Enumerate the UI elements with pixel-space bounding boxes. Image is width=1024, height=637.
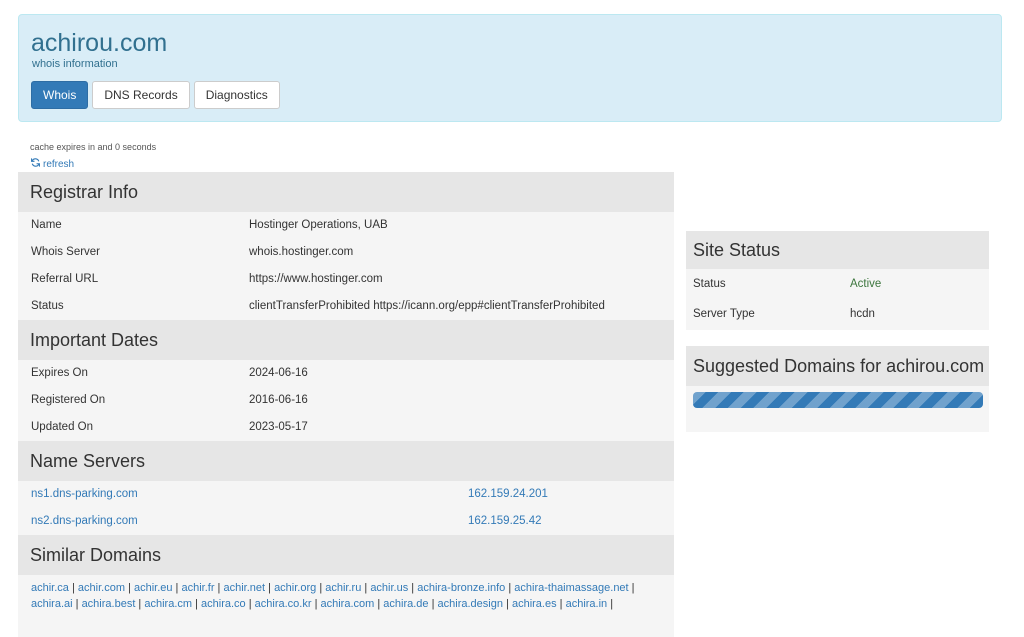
- similar-domain-link[interactable]: achir.ca: [31, 582, 69, 594]
- table-row: Server Type hcdn: [686, 299, 989, 329]
- separator: |: [505, 582, 515, 594]
- table-row: ns1.dns-parking.com 162.159.24.201: [18, 481, 674, 508]
- suggested-domains-panel: Suggested Domains for achirou.com: [686, 346, 989, 432]
- separator: |: [245, 598, 255, 610]
- row-label: Expires On: [31, 367, 88, 379]
- similar-domain-link[interactable]: achira.design: [438, 598, 503, 610]
- similar-domain-link[interactable]: achira.de: [383, 598, 428, 610]
- separator: |: [72, 598, 82, 610]
- row-value: whois.hostinger.com: [249, 246, 354, 258]
- table-row: ns2.dns-parking.com 162.159.25.42: [18, 508, 674, 535]
- row-value: 2016-06-16: [249, 394, 308, 406]
- row-value: https://www.hostinger.com: [249, 273, 383, 285]
- similar-domains-heading: Similar Domains: [18, 535, 674, 575]
- separator: |: [192, 598, 202, 610]
- row-label: Updated On: [31, 421, 94, 433]
- separator: |: [124, 582, 134, 594]
- registrar-info-heading: Registrar Info: [18, 172, 674, 212]
- page-title: achirou.com: [31, 29, 168, 57]
- cache-expiry-text: cache expires in and 0 seconds: [30, 142, 157, 152]
- separator: |: [502, 598, 512, 610]
- separator: |: [556, 598, 566, 610]
- similar-domain-link[interactable]: achira.best: [82, 598, 136, 610]
- similar-domain-link[interactable]: achira.cm: [144, 598, 192, 610]
- table-row: Status clientTransferProhibited https://…: [18, 293, 674, 320]
- tab-diagnostics[interactable]: Diagnostics: [193, 81, 280, 109]
- similar-domain-link[interactable]: achira-thaimassage.net: [514, 582, 628, 594]
- tab-bar: Whois DNS Records Diagnostics: [31, 81, 280, 109]
- row-label: Server Type: [693, 308, 755, 320]
- refresh-label: refresh: [43, 158, 75, 170]
- row-label: Registered On: [31, 394, 106, 406]
- row-label: Name: [31, 219, 62, 231]
- header-panel: achirou.com whois information Whois DNS …: [18, 14, 1002, 122]
- site-status-heading: Site Status: [686, 231, 989, 269]
- similar-domain-link[interactable]: achira-bronze.info: [417, 582, 505, 594]
- similar-domain-link[interactable]: achir.net: [223, 582, 265, 594]
- similar-domain-link[interactable]: achir.ru: [325, 582, 361, 594]
- table-row: Registered On 2016-06-16: [18, 387, 674, 414]
- similar-domains-list: achir.ca | achir.com | achir.eu | achir.…: [18, 575, 674, 637]
- row-value: 2023-05-17: [249, 421, 308, 433]
- status-value: Active: [850, 278, 882, 290]
- suggested-domains-heading: Suggested Domains for achirou.com: [686, 346, 989, 386]
- similar-domain-link[interactable]: achira.ai: [31, 598, 73, 610]
- table-row: Referral URL https://www.hostinger.com: [18, 266, 674, 293]
- name-servers-heading: Name Servers: [18, 441, 674, 481]
- separator: |: [428, 598, 438, 610]
- row-label: Status: [693, 278, 726, 290]
- row-value: clientTransferProhibited https://icann.o…: [249, 300, 605, 312]
- row-label: Whois Server: [31, 246, 101, 258]
- similar-domain-link[interactable]: achira.in: [566, 598, 608, 610]
- separator: |: [361, 582, 371, 594]
- tab-dns-records[interactable]: DNS Records: [92, 81, 190, 109]
- site-status-panel: Site Status Status Active Server Type hc…: [686, 231, 989, 330]
- similar-domain-link[interactable]: achira.es: [512, 598, 557, 610]
- row-label: Status: [31, 300, 64, 312]
- important-dates-heading: Important Dates: [18, 320, 674, 360]
- separator: |: [408, 582, 418, 594]
- loading-progress-bar: [693, 392, 983, 408]
- row-value: 2024-06-16: [249, 367, 308, 379]
- row-label: Referral URL: [31, 273, 99, 285]
- table-row: Whois Server whois.hostinger.com: [18, 239, 674, 266]
- row-value: Hostinger Operations, UAB: [249, 219, 388, 231]
- similar-domain-link[interactable]: achira.com: [321, 598, 375, 610]
- table-row: Updated On 2023-05-17: [18, 414, 674, 441]
- separator: |: [607, 598, 614, 610]
- nameserver-link[interactable]: ns2.dns-parking.com: [31, 508, 138, 535]
- refresh-link[interactable]: refresh: [30, 157, 74, 171]
- server-type-value: hcdn: [850, 308, 875, 320]
- similar-domain-link[interactable]: achira.co.kr: [255, 598, 312, 610]
- tab-whois[interactable]: Whois: [31, 81, 89, 109]
- table-row: Status Active: [686, 269, 989, 299]
- similar-domain-link[interactable]: achira.co: [201, 598, 246, 610]
- separator: |: [135, 598, 145, 610]
- table-row: Expires On 2024-06-16: [18, 360, 674, 387]
- separator: |: [265, 582, 275, 594]
- similar-domain-link[interactable]: achir.eu: [134, 582, 173, 594]
- similar-domain-link[interactable]: achir.com: [78, 582, 125, 594]
- similar-domain-link[interactable]: achir.fr: [181, 582, 214, 594]
- separator: |: [374, 598, 384, 610]
- separator: |: [316, 582, 326, 594]
- nameserver-link[interactable]: ns1.dns-parking.com: [31, 481, 138, 508]
- separator: |: [311, 598, 321, 610]
- ip-link[interactable]: 162.159.25.42: [468, 508, 542, 535]
- refresh-icon: [30, 157, 41, 171]
- ip-link[interactable]: 162.159.24.201: [468, 481, 548, 508]
- similar-domain-link[interactable]: achir.us: [370, 582, 408, 594]
- similar-domain-link[interactable]: achir.org: [274, 582, 316, 594]
- page-subtitle: whois information: [32, 58, 118, 70]
- table-row: Name Hostinger Operations, UAB: [18, 212, 674, 239]
- whois-main-panel: Registrar Info Name Hostinger Operations…: [18, 172, 674, 637]
- separator: |: [628, 582, 635, 594]
- separator: |: [68, 582, 78, 594]
